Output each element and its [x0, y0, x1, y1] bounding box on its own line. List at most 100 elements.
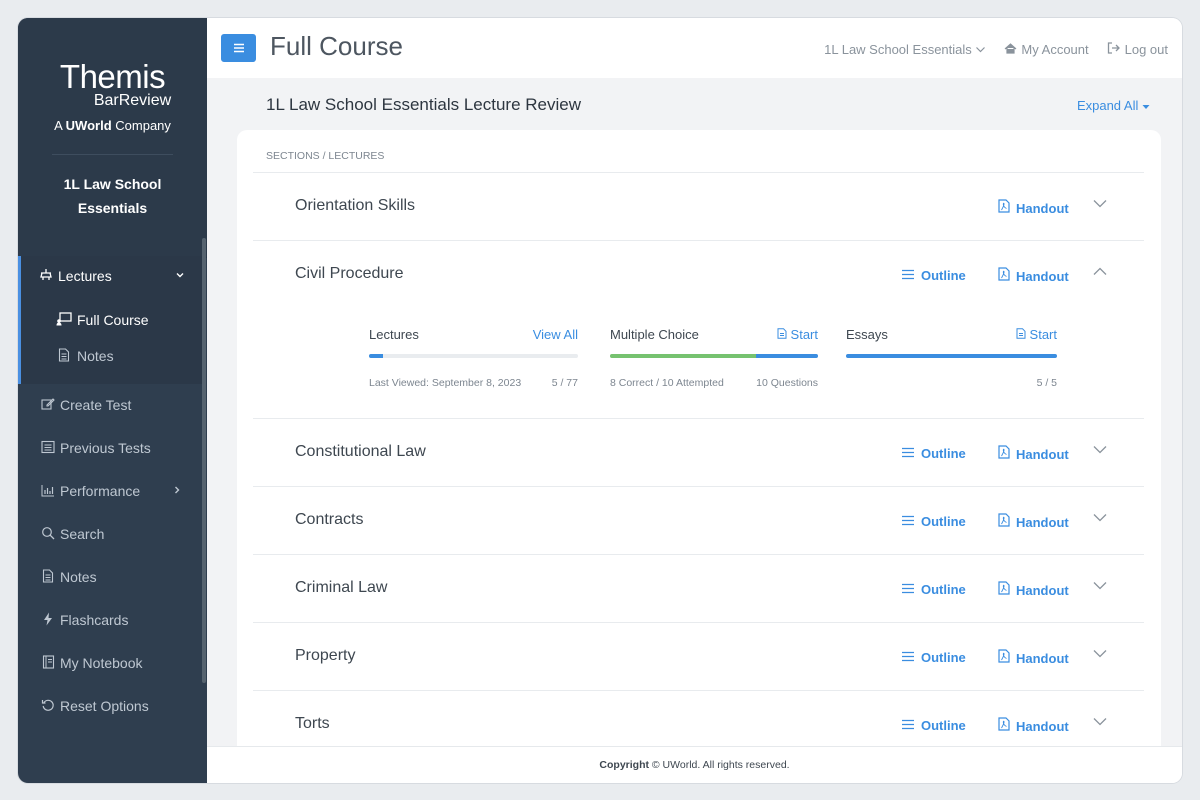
- sidebar-item-lecture-notes[interactable]: Notes: [21, 339, 205, 373]
- sidebar-item-lectures[interactable]: Lectures: [21, 256, 205, 296]
- sidebar-item-label: Lectures: [58, 268, 112, 284]
- footer: Copyright © UWorld. All rights reserved.: [207, 746, 1182, 783]
- sidebar-item-full-course[interactable]: Full Course: [21, 303, 205, 337]
- brand-area: Themis BarReview A UWorld Company 1L Law…: [18, 18, 207, 258]
- handout-label: Handout: [1016, 651, 1069, 666]
- sidebar-item-notes[interactable]: Notes: [18, 557, 202, 597]
- mc-start-label: Start: [790, 327, 818, 342]
- pdf-icon: [998, 445, 1010, 462]
- section-name: Property: [295, 647, 356, 664]
- section-name: Civil Procedure: [295, 265, 404, 282]
- section-name: Criminal Law: [295, 579, 388, 596]
- section-row-property[interactable]: Property Outline Handout: [253, 622, 1144, 690]
- lectures-progress-fill: [369, 354, 383, 358]
- sidebar-item-my-notebook[interactable]: My Notebook: [18, 643, 202, 683]
- expand-all-button[interactable]: Expand All: [1077, 98, 1150, 113]
- my-account-label: My Account: [1021, 42, 1089, 57]
- sidebar-item-label: Search: [60, 526, 105, 542]
- handout-link[interactable]: Handout: [998, 267, 1069, 284]
- section-title: 1L Law School Essentials Lecture Review: [266, 95, 581, 114]
- section-row-contracts[interactable]: Contracts Outline Handout: [253, 486, 1144, 554]
- company-bold: UWorld: [65, 118, 112, 133]
- expand-all-label: Expand All: [1076, 98, 1139, 113]
- app-window: Themis BarReview A UWorld Company 1L Law…: [18, 18, 1182, 783]
- section-name: Contracts: [295, 511, 364, 528]
- outline-link[interactable]: Outline: [901, 649, 966, 665]
- section-name: Constitutional Law: [295, 443, 426, 460]
- essays-start-button[interactable]: Start: [1016, 327, 1057, 342]
- essays-progress-fill: [846, 354, 1057, 358]
- outline-icon: [901, 445, 915, 461]
- list-icon: [39, 440, 57, 457]
- essays-count: 5 / 5: [1036, 377, 1057, 389]
- sidebar-item-create-test[interactable]: Create Test: [18, 385, 202, 425]
- pdf-icon: [998, 513, 1010, 530]
- company-suffix: Company: [111, 118, 171, 133]
- chevron-up-icon[interactable]: [1093, 263, 1107, 280]
- outline-link[interactable]: Outline: [901, 513, 966, 529]
- note-icon: [55, 347, 73, 365]
- handout-link[interactable]: Handout: [998, 199, 1069, 216]
- outline-link[interactable]: Outline: [901, 445, 966, 461]
- section-row-civil-procedure[interactable]: Civil Procedure Outline Handout Lectures…: [253, 240, 1144, 418]
- handout-label: Handout: [1016, 447, 1069, 462]
- log-out-label: Log out: [1124, 42, 1168, 57]
- chevron-down-icon[interactable]: [1093, 645, 1107, 662]
- pdf-icon: [998, 717, 1010, 734]
- section-row-orientation-skills[interactable]: Orientation Skills Handout: [253, 172, 1144, 240]
- note-icon: [39, 568, 57, 586]
- panel-label: Multiple Choice: [610, 327, 699, 342]
- outline-icon: [901, 267, 915, 283]
- view-all-link[interactable]: View All: [533, 327, 578, 342]
- copyright-text: © UWorld. All rights reserved.: [648, 759, 790, 771]
- outline-link[interactable]: Outline: [901, 267, 966, 283]
- bar-chart-icon: [39, 483, 57, 500]
- log-out-link[interactable]: Log out: [1107, 42, 1168, 57]
- outline-link[interactable]: Outline: [901, 581, 966, 597]
- panel-label: Lectures: [369, 327, 419, 342]
- handout-label: Handout: [1016, 269, 1069, 284]
- course-dropdown[interactable]: 1L Law School Essentials: [824, 42, 986, 57]
- section-name: Orientation Skills: [295, 197, 416, 214]
- chevron-down-icon[interactable]: [1093, 509, 1107, 526]
- sidebar-scrollbar[interactable]: [202, 238, 206, 683]
- chevron-down-icon[interactable]: [1093, 441, 1107, 458]
- chevron-down-icon: [975, 42, 986, 57]
- logo-sub: BarReview: [93, 92, 172, 109]
- outline-label: Outline: [921, 650, 966, 665]
- handout-link[interactable]: Handout: [998, 513, 1069, 530]
- course-dropdown-label: 1L Law School Essentials: [824, 42, 972, 57]
- essays-start-label: Start: [1029, 327, 1057, 342]
- handout-link[interactable]: Handout: [998, 581, 1069, 598]
- handout-link[interactable]: Handout: [998, 445, 1069, 462]
- chevron-down-icon[interactable]: [1093, 195, 1107, 212]
- search-icon: [39, 526, 57, 543]
- top-bar: Full Course 1L Law School Essentials My …: [207, 18, 1182, 78]
- section-row-constitutional-law[interactable]: Constitutional Law Outline Handout: [253, 418, 1144, 486]
- handout-label: Handout: [1016, 583, 1069, 598]
- sidebar-item-search[interactable]: Search: [18, 514, 202, 554]
- handout-link[interactable]: Handout: [998, 717, 1069, 734]
- pdf-icon: [998, 267, 1010, 284]
- menu-toggle-button[interactable]: [221, 34, 256, 62]
- my-account-link[interactable]: My Account: [1004, 42, 1089, 57]
- chevron-down-icon[interactable]: [1093, 577, 1107, 594]
- sidebar-item-label: Flashcards: [60, 612, 129, 628]
- outline-icon: [901, 717, 915, 733]
- handout-link[interactable]: Handout: [998, 649, 1069, 666]
- sidebar-item-previous-tests[interactable]: Previous Tests: [18, 428, 202, 468]
- logout-icon: [1107, 42, 1121, 57]
- themis-logo[interactable]: Themis BarReview A UWorld Company: [18, 60, 207, 134]
- sidebar-item-reset-options[interactable]: Reset Options: [18, 686, 202, 726]
- edit-icon: [39, 397, 57, 414]
- pdf-icon: [998, 649, 1010, 666]
- outline-icon: [901, 649, 915, 665]
- mc-score-text: 8 Correct / 10 Attempted: [610, 377, 724, 389]
- chevron-down-icon[interactable]: [1093, 713, 1107, 730]
- outline-link[interactable]: Outline: [901, 717, 966, 733]
- outline-label: Outline: [921, 268, 966, 283]
- mc-start-button[interactable]: Start: [777, 327, 818, 342]
- sidebar-item-performance[interactable]: Performance: [18, 471, 202, 511]
- sidebar-item-flashcards[interactable]: Flashcards: [18, 600, 202, 640]
- section-row-criminal-law[interactable]: Criminal Law Outline Handout: [253, 554, 1144, 622]
